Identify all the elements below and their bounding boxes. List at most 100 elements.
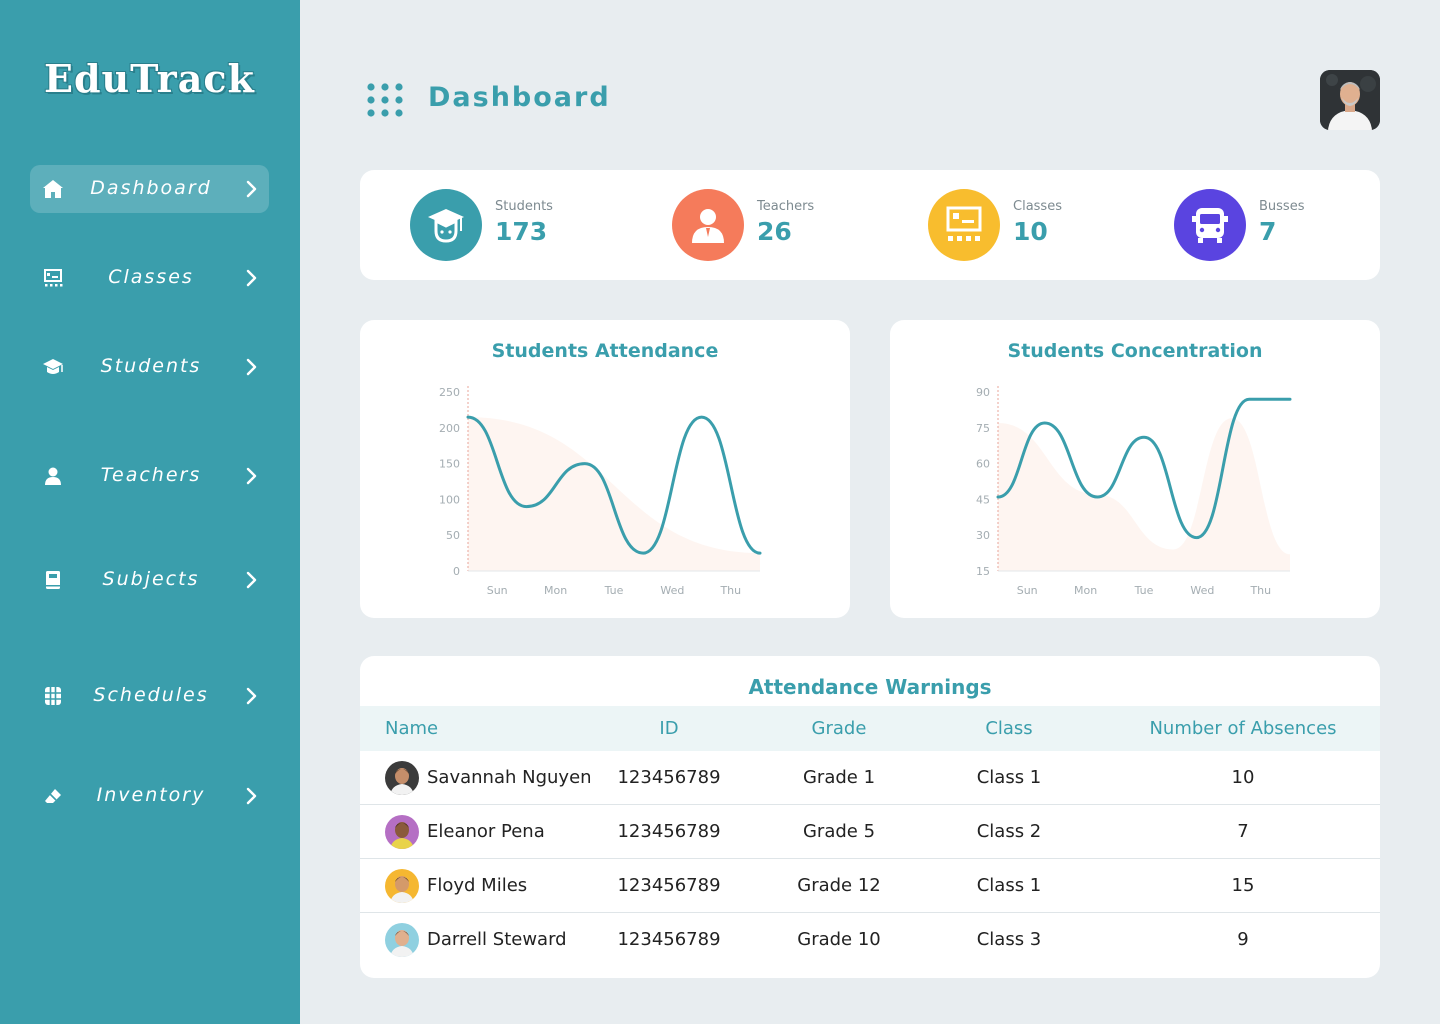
classroom-icon [928, 189, 1000, 261]
chevron-right-icon [245, 357, 259, 377]
page-title: Dashboard [428, 82, 611, 113]
sidebar-item-dashboard[interactable]: Dashboard [30, 165, 269, 213]
eraser-icon [42, 786, 64, 806]
cell-absences: 15 [1231, 875, 1255, 896]
chevron-right-icon [245, 179, 259, 199]
cell-id: 123456789 [617, 821, 721, 842]
stat-value: 26 [757, 217, 792, 246]
x-tick-label: Mon [544, 584, 567, 597]
stat-label: Busses [1259, 199, 1305, 214]
person-icon [672, 189, 744, 261]
sidebar-item-label: Classes [108, 266, 194, 288]
cell-name: Darrell Steward [427, 929, 567, 950]
chevron-right-icon [245, 786, 259, 806]
cell-id: 123456789 [617, 875, 721, 896]
book-icon [42, 570, 64, 590]
bus-icon [1174, 189, 1246, 261]
column-header-grade[interactable]: Grade [812, 718, 867, 739]
y-tick-label: 15 [976, 565, 990, 578]
home-icon [42, 179, 64, 199]
column-header-absences[interactable]: Number of Absences [1149, 718, 1336, 739]
attendance-warnings-table: Attendance Warnings Name ID Grade Class … [360, 656, 1380, 978]
cell-grade: Grade 10 [797, 929, 881, 950]
profile-avatar[interactable] [1320, 70, 1380, 130]
column-header-name[interactable]: Name [385, 718, 438, 739]
x-tick-label: Tue [1134, 584, 1154, 597]
cell-class: Class 3 [976, 929, 1042, 950]
attendance-chart-card: 250 200 150 100 50 0 Sun Mon Tue Wed Thu Students … [360, 320, 850, 618]
y-tick-label: 250 [439, 386, 460, 399]
sidebar-item-schedules[interactable]: Schedules [30, 672, 269, 720]
cell-class: Class 1 [976, 875, 1042, 896]
sidebar-item-subjects[interactable]: Subjects [30, 556, 269, 604]
app-logo: EduTrack [44, 56, 255, 101]
cell-name: Eleanor Pena [427, 821, 545, 842]
stat-value: 7 [1259, 217, 1277, 246]
grid-dots-icon[interactable] [366, 82, 404, 118]
x-tick-label: Thu [719, 584, 741, 597]
chevron-right-icon [245, 466, 259, 486]
cell-absences: 9 [1237, 929, 1249, 950]
person-icon [42, 466, 64, 486]
x-tick-label: Tue [604, 584, 624, 597]
sidebar-item-classes[interactable]: Classes [30, 254, 269, 302]
sidebar-item-label: Students [100, 355, 202, 377]
x-tick-label: Thu [1249, 584, 1271, 597]
x-tick-label: Sun [1017, 584, 1038, 597]
sidebar-item-label: Dashboard [90, 177, 212, 199]
graduation-cap-icon [410, 189, 482, 261]
column-header-id[interactable]: ID [659, 718, 678, 739]
sidebar-item-label: Teachers [100, 464, 202, 486]
stat-value: 173 [495, 217, 548, 246]
concentration-chart: 90 75 60 45 30 15 Sun Mon Tue Wed Thu [976, 386, 1292, 597]
sidebar-item-inventory[interactable]: Inventory [30, 772, 269, 820]
y-tick-label: 0 [453, 565, 460, 578]
table-header: Name ID Grade Class Number of Absences [360, 706, 1380, 751]
chart-title: Students Attendance [491, 340, 719, 362]
y-tick-label: 150 [439, 458, 460, 471]
cell-absences: 10 [1231, 767, 1255, 788]
sidebar-item-students[interactable]: Students [30, 343, 269, 391]
cell-grade: Grade 12 [797, 875, 881, 896]
table-row[interactable]: Eleanor Pena 123456789 Grade 5 Class 2 7 [360, 805, 1380, 859]
y-tick-label: 50 [446, 529, 460, 542]
avatar [385, 815, 419, 849]
y-tick-label: 90 [976, 386, 990, 399]
stat-label: Students [495, 199, 553, 214]
chevron-right-icon [245, 570, 259, 590]
stat-label: Classes [1013, 199, 1062, 214]
sidebar-item-label: Subjects [102, 568, 200, 590]
x-tick-label: Wed [1190, 584, 1214, 597]
calendar-grid-icon [42, 686, 64, 706]
y-tick-label: 200 [439, 422, 460, 435]
graduation-cap-icon [42, 357, 64, 377]
y-tick-label: 100 [439, 493, 460, 506]
cell-grade: Grade 1 [802, 767, 876, 788]
cell-name: Floyd Miles [427, 875, 528, 896]
classroom-icon [42, 268, 64, 288]
table-title: Attendance Warnings [748, 675, 992, 699]
stat-value: 10 [1013, 217, 1048, 246]
avatar [385, 923, 419, 957]
chart-title: Students Concentration [1007, 340, 1263, 362]
table-row[interactable]: Savannah Nguyen 123456789 Grade 1 Class 1 10 [360, 751, 1380, 805]
avatar [385, 869, 419, 903]
sidebar-item-teachers[interactable]: Teachers [30, 452, 269, 500]
cell-name: Savannah Nguyen [427, 767, 592, 788]
cell-id: 123456789 [617, 767, 721, 788]
background-area [998, 418, 1290, 571]
table-row[interactable]: Darrell Steward 123456789 Grade 10 Class 3 9 [360, 913, 1380, 967]
sidebar-item-label: Schedules [93, 684, 209, 706]
background-area [468, 417, 760, 571]
table-row[interactable]: Floyd Miles 123456789 Grade 12 Class 1 15 [360, 859, 1380, 913]
stat-label: Teachers [757, 199, 815, 214]
y-tick-label: 45 [976, 493, 990, 506]
sidebar-item-label: Inventory [96, 784, 206, 806]
y-tick-label: 30 [976, 529, 990, 542]
x-tick-label: Sun [487, 584, 508, 597]
cell-id: 123456789 [617, 929, 721, 950]
chevron-right-icon [245, 686, 259, 706]
column-header-class[interactable]: Class [985, 718, 1032, 739]
x-tick-label: Mon [1074, 584, 1097, 597]
avatar [385, 761, 419, 795]
